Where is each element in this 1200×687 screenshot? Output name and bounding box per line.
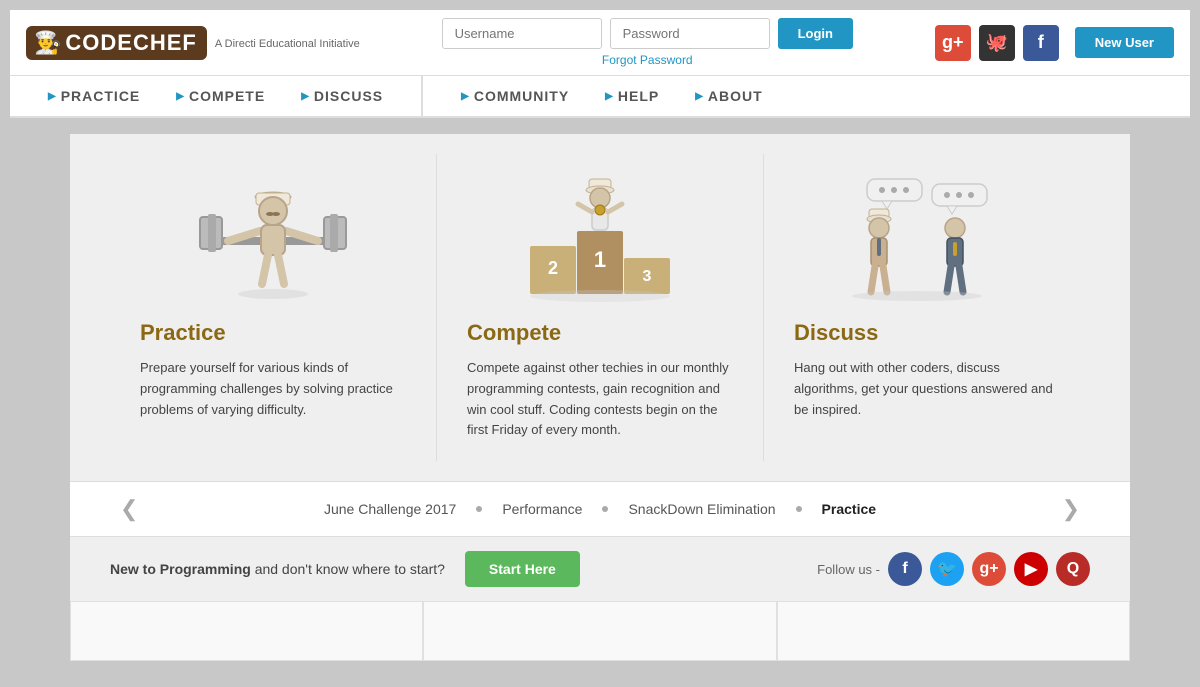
discuss-icon [794,174,1060,304]
carousel-item-2[interactable]: Performance [502,501,582,517]
logo-subtitle: A Directi Educational Initiative [215,38,360,50]
discuss-title: Discuss [794,320,1060,346]
carousel-item-3[interactable]: SnackDown Elimination [628,501,775,517]
carousel-prev[interactable]: ❮ [110,496,148,522]
password-input[interactable] [610,18,770,49]
nav-main: ▶ PRACTICE ▶ COMPETE ▶ DISCUSS [30,76,423,116]
twitter-follow-icon[interactable]: 🐦 [930,552,964,586]
nav-community-label: COMMUNITY [474,88,569,104]
nav-practice-label: PRACTICE [61,88,141,104]
google-plus-follow-icon[interactable]: g+ [972,552,1006,586]
carousel-item-1[interactable]: June Challenge 2017 [324,501,456,517]
arrow-icon: ▶ [695,91,704,102]
follow-label: Follow us - [817,562,880,577]
nav-discuss[interactable]: ▶ DISCUSS [283,76,401,116]
quora-follow-icon[interactable]: Q [1056,552,1090,586]
carousel-dot-3 [796,506,802,512]
facebook-follow-icon[interactable]: f [888,552,922,586]
carousel-dot-2 [602,506,608,512]
svg-text:1: 1 [594,247,606,272]
discuss-svg [837,174,1017,304]
nav-compete[interactable]: ▶ COMPETE [158,76,283,116]
practice-title: Practice [140,320,406,346]
cards-section: Practice Prepare yourself for various ki… [70,134,1130,481]
arrow-icon: ▶ [301,91,310,102]
facebook-icon[interactable]: f [1023,25,1059,61]
carousel-items: June Challenge 2017 Performance SnackDow… [148,501,1051,517]
header-center: Login Forgot Password [442,18,853,67]
login-button[interactable]: Login [778,18,853,49]
username-input[interactable] [442,18,602,49]
main-wrapper: Practice Prepare yourself for various ki… [70,134,1130,661]
compete-icon: 2 1 3 [467,174,733,304]
nav-community[interactable]: ▶ COMMUNITY [443,76,587,116]
arrow-icon: ▶ [461,91,470,102]
carousel-item-4[interactable]: Practice [822,501,876,517]
nav-practice[interactable]: ▶ PRACTICE [30,76,158,116]
practice-card: Practice Prepare yourself for various ki… [110,154,437,461]
compete-title: Compete [467,320,733,346]
youtube-follow-icon[interactable]: ▶ [1014,552,1048,586]
new-user-button[interactable]: New User [1075,27,1174,58]
follow-social: Follow us - f 🐦 g+ ▶ Q [817,552,1090,586]
discuss-card: Discuss Hang out with other coders, disc… [764,154,1090,461]
arrow-icon: ▶ [605,91,614,102]
github-icon[interactable]: 🐙 [979,25,1015,61]
nav-about[interactable]: ▶ ABOUT [677,76,780,116]
nav-help-label: HELP [618,88,659,104]
nav-about-label: ABOUT [708,88,763,104]
podium-svg: 2 1 3 [510,174,690,304]
practice-icon [140,174,406,304]
nav-discuss-label: DISCUSS [314,88,383,104]
header-inputs: Login [442,18,853,49]
bottom-card-1 [70,601,423,661]
bottom-cards [70,601,1130,661]
forgot-password-link[interactable]: Forgot Password [602,53,693,67]
nav-help[interactable]: ▶ HELP [587,76,677,116]
logo-box: 👨‍🍳 CODECHEF [26,26,207,60]
start-here-button[interactable]: Start Here [465,551,580,587]
compete-card: 2 1 3 Compete Compete against other tech… [437,154,764,461]
compete-desc: Compete against other techies in our mon… [467,358,733,441]
carousel-dot-1 [476,506,482,512]
follow-text-continue: and don't know where to start? [255,561,445,577]
carousel-bar: ❮ June Challenge 2017 Performance SnackD… [70,481,1130,536]
chef-icon: 👨‍🍳 [34,30,61,56]
practice-desc: Prepare yourself for various kinds of pr… [140,358,406,420]
navigation: ▶ PRACTICE ▶ COMPETE ▶ DISCUSS ▶ COMMUNI… [10,76,1190,118]
discuss-desc: Hang out with other coders, discuss algo… [794,358,1060,420]
svg-text:3: 3 [643,268,652,285]
header-right: g+ 🐙 f New User [935,25,1174,61]
carousel-next[interactable]: ❯ [1052,496,1090,522]
logo-area: 👨‍🍳 CODECHEF A Directi Educational Initi… [26,26,360,60]
bottom-card-3 [777,601,1130,661]
weightlifter-svg [188,179,358,299]
new-programming-bold: New to Programming [110,561,251,577]
arrow-icon: ▶ [176,91,185,102]
google-plus-icon[interactable]: g+ [935,25,971,61]
header: 👨‍🍳 CODECHEF A Directi Educational Initi… [10,10,1190,76]
nav-secondary: ▶ COMMUNITY ▶ HELP ▶ ABOUT [443,76,781,116]
nav-compete-label: COMPETE [189,88,265,104]
logo-text: CODECHEF [65,30,196,56]
svg-text:2: 2 [548,258,558,278]
follow-text: New to Programming and don't know where … [110,561,445,577]
bottom-card-2 [423,601,776,661]
follow-bar: New to Programming and don't know where … [70,536,1130,601]
arrow-icon: ▶ [48,91,57,102]
